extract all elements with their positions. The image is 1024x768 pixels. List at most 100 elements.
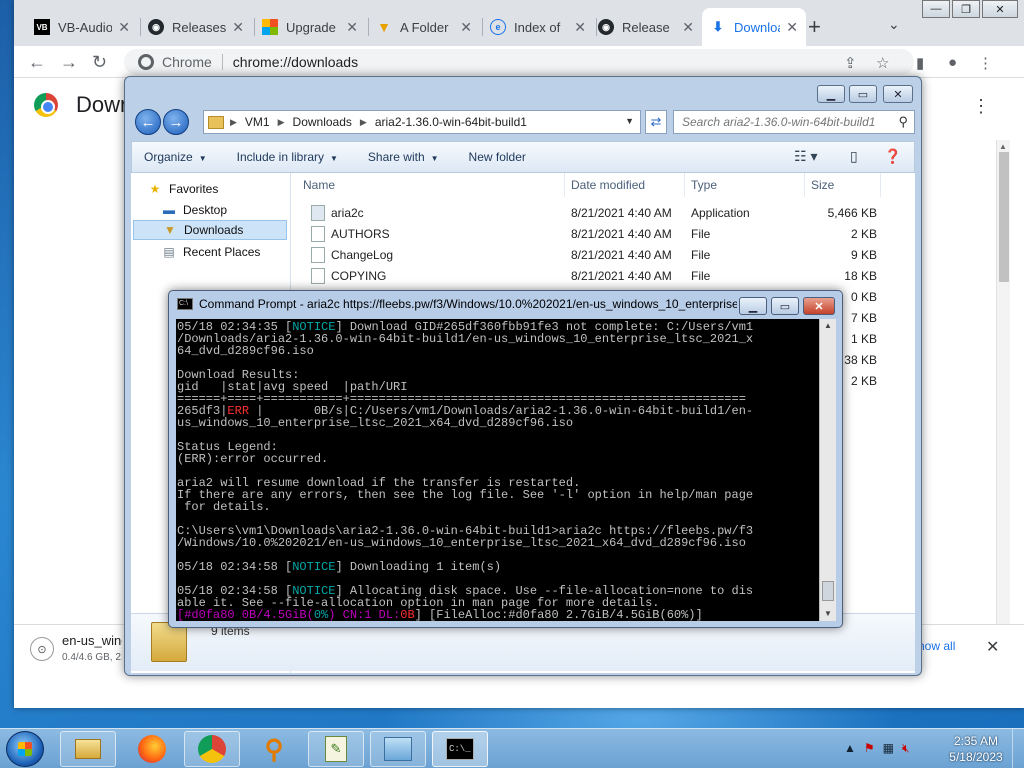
tab-search-icon[interactable]: ⌄ [888,16,900,33]
console-scrollbar[interactable]: ▲ ▼ [819,319,836,621]
include-in-library-button[interactable]: Include in library ▼ [237,150,338,164]
taskbar-chrome-button[interactable] [184,731,240,767]
bookmark-star-icon[interactable]: ☆ [876,54,889,72]
address-bar[interactable]: Chrome chrome://downloads [124,49,914,75]
chevron-right-icon[interactable]: ▶ [278,117,285,128]
refresh-icon[interactable]: ⇄ [645,110,667,134]
chevron-right-icon[interactable]: ▶ [230,117,237,128]
column-name[interactable]: Name [297,173,565,197]
close-icon[interactable]: ✕ [682,19,694,36]
tab-releases[interactable]: ◉ Releases ✕ [140,8,252,46]
nav-desktop[interactable]: ▬ Desktop [161,200,287,220]
column-type[interactable]: Type [685,173,805,197]
menu-kebab-icon[interactable]: ⋮ [978,54,993,72]
scroll-thumb[interactable] [822,581,834,601]
table-row[interactable]: COPYING 8/21/2021 4:40 AM File 18 KB [291,266,885,287]
show-desktop-button[interactable] [1012,729,1024,768]
tab-downloads[interactable]: ⬇ Downloads ✕ [702,8,806,46]
breadcrumb-vm1[interactable]: VM1 [245,115,270,129]
share-icon[interactable]: ⇪ [844,54,857,72]
file-list-scrollbar-area [885,173,915,673]
close-icon[interactable]: ✕ [346,19,358,36]
organize-button[interactable]: Organize ▼ [144,150,207,164]
cmd-maximize-button[interactable]: ▭ [771,297,799,315]
github-icon: ◉ [148,19,164,35]
network-icon[interactable]: ▦ [883,741,894,756]
table-row[interactable]: AUTHORS 8/21/2021 4:40 AM File 2 KB [291,224,885,245]
scroll-down-icon[interactable]: ▼ [824,609,832,618]
explorer-close-button[interactable]: ✕ [883,85,913,103]
column-date-modified[interactable]: Date modified [565,173,685,197]
more-actions-icon[interactable]: ⋮ [972,96,990,117]
search-icon[interactable]: ⚲ [898,114,908,130]
start-button[interactable] [6,731,44,767]
tray-expand-icon[interactable]: ▲ [844,741,856,756]
nav-favorites[interactable]: ★ Favorites [147,179,303,199]
tab-vb-audio[interactable]: VB VB-Audio ✕ [26,8,138,46]
forward-icon[interactable]: → [60,52,78,73]
profile-icon[interactable]: ● [948,54,957,71]
side-panel-icon[interactable]: ▮ [916,54,924,72]
close-icon[interactable]: ✕ [118,19,130,36]
scroll-up-icon[interactable]: ▲ [824,321,832,330]
scroll-up-icon[interactable]: ▲ [999,142,1007,151]
tab-release[interactable]: ◉ Release ✕ [590,8,702,46]
back-icon[interactable]: ← [28,52,46,73]
nav-label: Downloads [184,223,244,237]
search-placeholder: Search aria2-1.36.0-win-64bit-build1 [682,115,876,129]
close-icon[interactable]: ✕ [460,19,472,36]
system-clock[interactable]: 2:35 AM 5/18/2023 [946,733,1006,765]
action-center-warning-icon[interactable]: ⚑ [864,741,875,756]
tab-a-folder[interactable]: ▼ A Folder ✕ [368,8,480,46]
close-icon[interactable]: ✕ [574,19,586,36]
explorer-maximize-button[interactable]: ▭ [849,85,877,103]
chevron-right-icon[interactable]: ▶ [360,117,367,128]
nav-recent-places[interactable]: ▤ Recent Places [161,242,287,262]
tab-index-of[interactable]: e Index of ✕ [482,8,594,46]
forward-arrow-icon[interactable]: → [163,109,189,135]
close-shelf-icon[interactable]: ✕ [986,637,999,657]
help-icon[interactable]: ❓ [884,148,901,165]
new-tab-button[interactable]: + [808,14,821,40]
close-icon[interactable]: ✕ [232,19,244,36]
taskbar-command-prompt-button[interactable]: C:\_ [432,731,488,767]
back-arrow-icon[interactable]: ← [135,109,161,135]
taskbar-firefox-button[interactable] [124,731,180,767]
taskbar-control-panel-button[interactable] [370,731,426,767]
cmd-minimize-button[interactable]: ▁ [739,297,767,315]
explorer-search-input[interactable]: Search aria2-1.36.0-win-64bit-build1 ⚲ [673,110,915,134]
column-size[interactable]: Size [805,173,881,197]
share-with-label: Share with [367,150,425,164]
scroll-thumb[interactable] [999,152,1009,282]
explorer-minimize-button[interactable]: ▁ [817,85,845,103]
preview-pane-icon[interactable]: ▯ [850,148,858,165]
close-icon[interactable]: ✕ [786,19,798,36]
breadcrumb-aria2[interactable]: aria2-1.36.0-win-64bit-build1 [375,115,527,129]
table-row[interactable]: ChangeLog 8/21/2021 4:40 AM File 9 KB [291,245,885,266]
column-name-label: Name [303,178,336,192]
tab-upgrade[interactable]: Upgrade ✕ [254,8,366,46]
nav-downloads[interactable]: ▼ Downloads [133,220,287,240]
vb-audio-icon: VB [34,19,50,35]
taskbar-notepad-plus-button[interactable]: ✎ [308,731,364,767]
volume-muted-icon[interactable]: 🔇︎ [902,741,910,756]
maximize-button[interactable]: ❐ [952,0,980,18]
chevron-down-icon[interactable]: ▼ [625,116,634,126]
cmd-close-button[interactable]: ✕ [803,297,835,315]
new-folder-button[interactable]: New folder [469,150,526,164]
console-output[interactable]: 05/18 02:34:35 [NOTICE] Download GID#265… [176,319,819,621]
table-row[interactable]: aria2c 8/21/2021 4:40 AM Application 5,4… [291,203,885,224]
taskbar-explorer-button[interactable] [60,731,116,767]
breadcrumb-downloads[interactable]: Downloads [293,115,352,129]
page-scrollbar[interactable]: ▲ [996,140,1010,640]
download-item[interactable]: ⊙ en-us_windows_10_enterprise_ltsc_2021_… [30,633,122,663]
view-options-icon[interactable]: ☷ ▾ [794,148,817,165]
minimize-button[interactable]: — [922,0,950,18]
breadcrumb[interactable]: ▶ VM1 ▶ Downloads ▶ aria2-1.36.0-win-64b… [203,110,641,134]
share-with-button[interactable]: Share with ▼ [368,150,439,164]
reload-icon[interactable]: ↻ [92,52,107,73]
column-size-label: Size [811,178,835,192]
close-button[interactable]: ✕ [982,0,1018,18]
file-progress-icon: ⊙ [30,637,54,661]
taskbar-search-tool-button[interactable]: ⚲ [246,731,302,767]
